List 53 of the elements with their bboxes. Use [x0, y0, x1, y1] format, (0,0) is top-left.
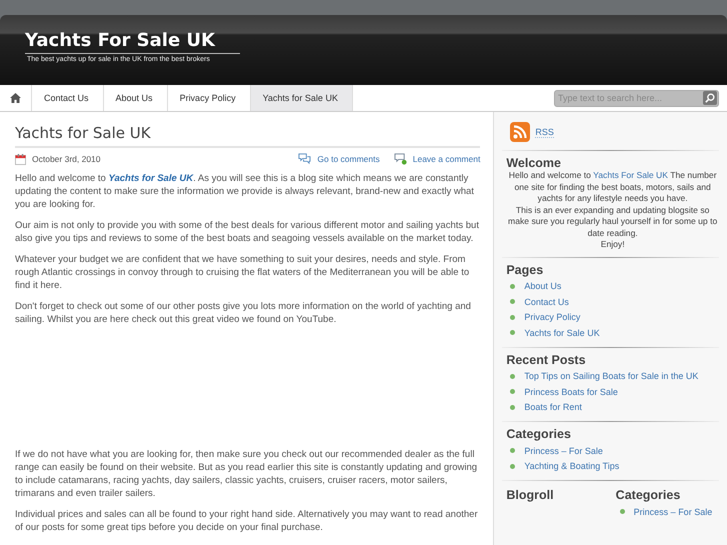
sidebar-link[interactable]: Princess – For Sale — [524, 446, 603, 456]
post-date: October 3rd, 2010 — [32, 154, 101, 164]
nav-tab[interactable]: Contact Us — [32, 85, 104, 111]
widget-title: Recent Posts — [506, 352, 587, 366]
widget-title: Welcome — [506, 156, 562, 170]
sidebar-link[interactable]: Yachting & Boating Tips — [524, 461, 620, 472]
sidebar-link[interactable]: Contact Us — [524, 296, 569, 307]
home-icon — [10, 93, 21, 103]
sidebar-link[interactable]: Privacy Policy — [524, 312, 580, 322]
nav-tab[interactable]: Yachts for Sale UK — [250, 85, 353, 111]
bullet-icon — [510, 330, 516, 336]
paragraph: This is an ever expanding and updating blogsite so make sure you regularly haul yourself in for some up to date reading. — [507, 204, 718, 239]
nav-tab[interactable]: About Us — [104, 85, 168, 111]
paragraph: Hello and welcome to Yachts for Sale UK. As you will see this is a blog site which means we are constantly updating the content to make sure the information we provide is always relevant, brand-new and exactly what you are looking for. — [15, 172, 475, 211]
add-comment-icon — [394, 153, 407, 165]
bullet-icon — [510, 389, 516, 394]
sidebar-link[interactable]: About Us — [524, 281, 562, 292]
paragraph: Individual prices and sales can all be found to your right hand side. Alternatively you may want to read another of our posts for some great tips before you decide on your final purchase. — [15, 508, 479, 534]
paragraph: Whatever your budget we are confident that we have something to suit your desires, needs and style. From rough Atlantic crossings in convoy through to cruising the flat waters of the Mediterranean you will be able to find it here. — [15, 253, 470, 292]
comments-link[interactable]: Leave a comment — [412, 154, 480, 164]
bullet-icon — [510, 404, 516, 410]
widget-title: Pages — [506, 262, 544, 276]
rss-link[interactable]: RSS — [535, 126, 554, 138]
post-title[interactable]: Yachts for Sale UK — [15, 124, 480, 148]
bullet-icon — [620, 509, 625, 514]
calendar-icon — [15, 154, 26, 164]
search-icon — [705, 93, 715, 103]
paragraph: Enjoy! — [600, 239, 626, 250]
site-title[interactable]: Yachts For Sale UK — [25, 30, 240, 54]
link[interactable]: Yachts For Sale UK — [593, 170, 668, 180]
sidebar-link[interactable]: Top Tips on Sailing Boats for Sale in the UK — [524, 371, 698, 382]
bullet-icon — [510, 284, 516, 289]
sidebar-link[interactable]: Yachts for Sale UK — [524, 328, 600, 338]
comments-icon — [298, 153, 312, 165]
paragraph: Our aim is not only to provide you with some of the best deals for various different motor and sailing yachts but also give you tips and reviews to some of the best boats and seagoing vessels available on the market today. — [15, 219, 480, 245]
widget-title: Categories — [506, 427, 572, 441]
sidebar-link[interactable]: Princess – For Sale — [634, 506, 712, 517]
widget-title: Blogroll — [506, 488, 555, 502]
link[interactable]: Yachts for Sale UK — [108, 173, 194, 184]
bullet-icon — [510, 299, 516, 304]
sidebar-link[interactable]: Princess Boats for Sale — [524, 386, 618, 397]
paragraph: Don't forget to check out some of our other posts give you lots more information on the world of yachting and sailing. Whilst you are here check out this great video we found on YouTube. — [15, 300, 472, 326]
comments-link[interactable]: Go to comments — [317, 154, 380, 164]
bullet-icon — [510, 374, 516, 379]
bullet-icon — [510, 314, 516, 320]
bullet-icon — [510, 448, 516, 454]
paragraph: If we do not have what you are looking for, then make sure you check out our recommended dealer as the full range can easily be found on their website. But as you read earlier this site is constantly updating and growing to include catamarans, racing yachts, day sailers, classic yachts, cruisers, cruiser racers, motor sailers, trimarans and even trailer sailers. — [15, 448, 478, 500]
bullet-icon — [510, 464, 516, 469]
paragraph: Hello and welcome to Yachts For Sale UK The number one site for finding the best boats, motors, sails and yachts for any lifestyle needs you have. — [508, 170, 718, 204]
rss-icon — [510, 122, 530, 142]
widget-title: Categories — [616, 488, 682, 502]
sidebar-link[interactable]: Boats for Rent — [524, 402, 582, 412]
search-button[interactable] — [703, 91, 717, 105]
